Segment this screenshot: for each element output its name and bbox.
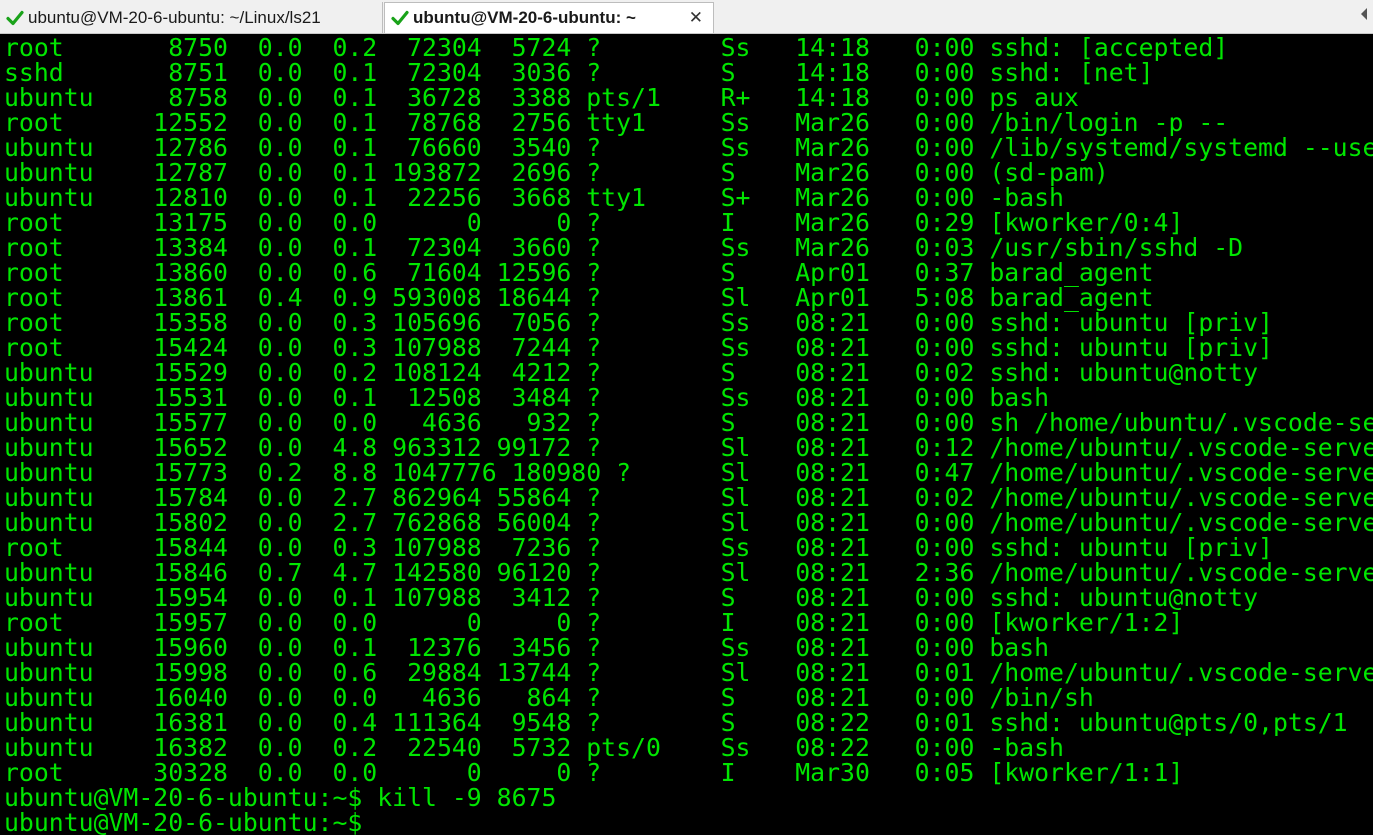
terminal-line: root 13860 0.0 0.6 71604 12596 ? S Apr01… (4, 258, 1154, 287)
terminal-output[interactable]: root 8750 0.0 0.2 72304 5724 ? Ss 14:18 … (0, 34, 1373, 835)
terminal-line: ubuntu 16381 0.0 0.4 111364 9548 ? S 08:… (4, 708, 1348, 737)
terminal-line: root 13384 0.0 0.1 72304 3660 ? Ss Mar26… (4, 233, 1244, 262)
tab-title: ubuntu@VM-20-6-ubuntu: ~/Linux/ls21 (28, 7, 321, 27)
terminal-line: root 12552 0.0 0.1 78768 2756 tty1 Ss Ma… (4, 108, 1229, 137)
terminal-line: ubuntu 15784 0.0 2.7 862964 55864 ? Sl 0… (4, 483, 1373, 512)
terminal-line: ubuntu 15652 0.0 4.8 963312 99172 ? Sl 0… (4, 433, 1373, 462)
terminal-line: ubuntu 15960 0.0 0.1 12376 3456 ? Ss 08:… (4, 633, 1050, 662)
terminal-line: root 13175 0.0 0.0 0 0 ? I Mar26 0:29 [k… (4, 208, 1184, 237)
check-icon (6, 10, 24, 25)
terminal-line: sshd 8751 0.0 0.1 72304 3036 ? S 14:18 0… (4, 58, 1154, 87)
terminal-line: ubuntu 12810 0.0 0.1 22256 3668 tty1 S+ … (4, 183, 1064, 212)
terminal-line: root 8750 0.0 0.2 72304 5724 ? Ss 14:18 … (4, 34, 1229, 62)
tab-ls21-session[interactable]: ubuntu@VM-20-6-ubuntu: ~/Linux/ls21 (0, 2, 383, 33)
terminal-line: ubuntu 15773 0.2 8.8 1047776 180980 ? Sl… (4, 458, 1373, 487)
terminal-line: root 13861 0.4 0.9 593008 18644 ? Sl Apr… (4, 283, 1154, 312)
terminal-line: ubuntu 12787 0.0 0.1 193872 2696 ? S Mar… (4, 158, 1109, 187)
terminal-line: ubuntu 15998 0.0 0.6 29884 13744 ? Sl 08… (4, 658, 1373, 687)
terminal-line: root 30328 0.0 0.0 0 0 ? I Mar30 0:05 [k… (4, 758, 1184, 787)
tab-bar: ubuntu@VM-20-6-ubuntu: ~/Linux/ls21 ubun… (0, 0, 1373, 34)
tab-title: ubuntu@VM-20-6-ubuntu: ~ (413, 8, 636, 27)
terminal-line: ubuntu 15577 0.0 0.0 4636 932 ? S 08:21 … (4, 408, 1373, 437)
terminal-line: ubuntu 16382 0.0 0.2 22540 5732 pts/0 Ss… (4, 733, 1064, 762)
terminal-lines: root 8750 0.0 0.2 72304 5724 ? Ss 14:18 … (4, 35, 1373, 835)
terminal-line: root 15957 0.0 0.0 0 0 ? I 08:21 0:00 [k… (4, 608, 1184, 637)
terminal-line: ubuntu 15954 0.0 0.1 107988 3412 ? S 08:… (4, 583, 1259, 612)
terminal-line: ubuntu 12786 0.0 0.1 76660 3540 ? Ss Mar… (4, 133, 1373, 162)
terminal-line: ubuntu 8758 0.0 0.1 36728 3388 pts/1 R+ … (4, 83, 1079, 112)
terminal-line: ubuntu 16040 0.0 0.0 4636 864 ? S 08:21 … (4, 683, 1094, 712)
close-icon[interactable]: ✕ (689, 8, 703, 28)
tab-home-session[interactable]: ubuntu@VM-20-6-ubuntu: ~ ✕ (384, 2, 714, 33)
terminal-line: ubuntu 15529 0.0 0.2 108124 4212 ? S 08:… (4, 358, 1259, 387)
terminal-line: root 15424 0.0 0.3 107988 7244 ? Ss 08:2… (4, 333, 1273, 362)
terminal-line: ubuntu@VM-20-6-ubuntu:~$ kill -9 8675 (4, 783, 557, 812)
terminal-line: ubuntu 15531 0.0 0.1 12508 3484 ? Ss 08:… (4, 383, 1050, 412)
check-icon (391, 10, 409, 26)
terminal-line: ubuntu 15846 0.7 4.7 142580 96120 ? Sl 0… (4, 558, 1373, 587)
terminal-line: root 15844 0.0 0.3 107988 7236 ? Ss 08:2… (4, 533, 1273, 562)
terminal-line: root 15358 0.0 0.3 105696 7056 ? Ss 08:2… (4, 308, 1273, 337)
terminal-line: ubuntu@VM-20-6-ubuntu:~$ (4, 808, 378, 835)
tab-scroll-left-icon[interactable] (1361, 8, 1367, 20)
terminal-line: ubuntu 15802 0.0 2.7 762868 56004 ? Sl 0… (4, 508, 1373, 537)
